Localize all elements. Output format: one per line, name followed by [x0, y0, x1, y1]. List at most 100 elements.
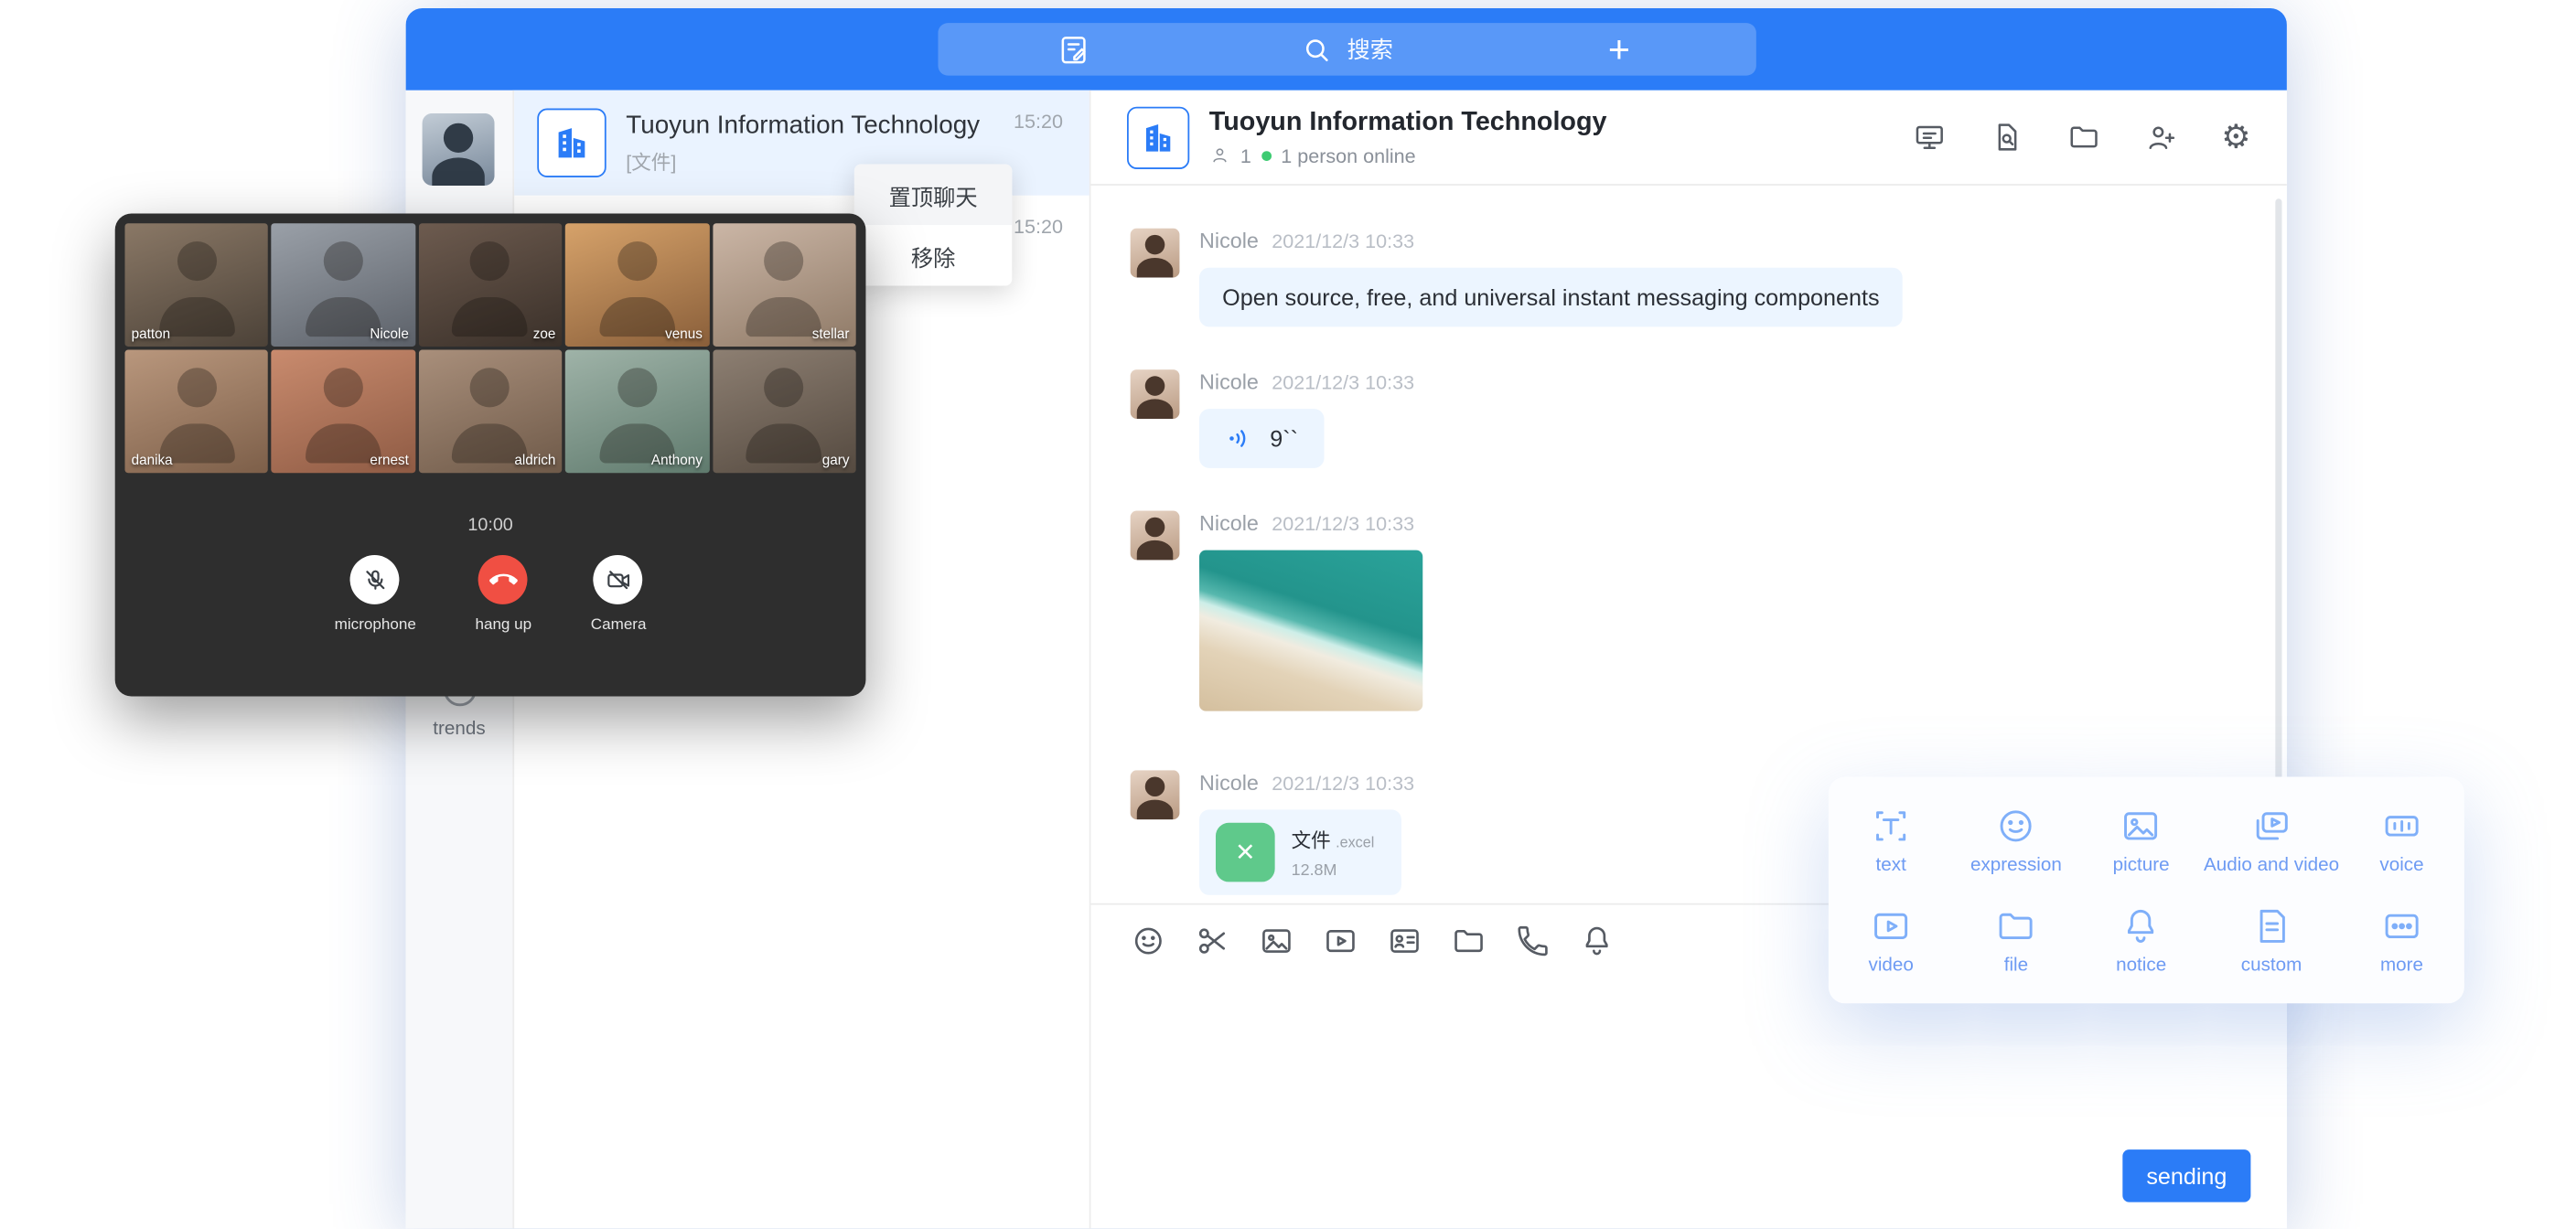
panel-item-custom[interactable]: custom [2241, 904, 2302, 975]
expression-icon [1995, 806, 2038, 849]
menu-item-pin-chat[interactable]: 置顶聊天 [854, 165, 1012, 225]
panel-item-video[interactable]: video [1869, 904, 1914, 975]
sender-avatar[interactable] [1131, 511, 1180, 561]
participant-video[interactable]: Anthony [565, 350, 709, 474]
panel-item-notice[interactable]: notice [2116, 904, 2166, 975]
sender-avatar[interactable] [1131, 229, 1180, 278]
phone-icon [1515, 923, 1551, 959]
contact-card-button[interactable] [1387, 923, 1423, 959]
microphone-label: microphone [335, 615, 416, 634]
mute-microphone-button[interactable] [350, 555, 400, 604]
picture-icon [1259, 923, 1295, 959]
panel-item-file[interactable]: file [1995, 904, 2038, 975]
picture-icon [2120, 806, 2163, 849]
group-avatar [1127, 106, 1189, 168]
folder-icon [2066, 120, 2101, 155]
meeting-button[interactable] [1913, 120, 1948, 155]
member-count: 1 [1240, 144, 1251, 166]
hang-up-button[interactable] [478, 555, 528, 604]
group-avatar [537, 109, 606, 177]
files-button[interactable] [2066, 120, 2101, 155]
sender-name: Nicole [1199, 511, 1259, 536]
online-dot [1261, 150, 1272, 160]
message-image: Nicole 2021/12/3 10:33 [1131, 511, 2248, 711]
participant-video[interactable]: stellar [713, 223, 856, 347]
sender-avatar[interactable] [1131, 369, 1180, 419]
avatar-photo [423, 113, 495, 186]
screenshot-button[interactable] [1195, 923, 1231, 959]
message-meta: Nicole 2021/12/3 10:33 [1199, 369, 1414, 394]
emoji-button[interactable] [1131, 923, 1167, 959]
file-button[interactable] [1451, 923, 1487, 959]
call-button[interactable] [1515, 923, 1551, 959]
trends-label: trends [433, 720, 485, 740]
panel-item-expression[interactable]: expression [1970, 806, 2062, 876]
sender-name: Nicole [1199, 229, 1259, 253]
hang-up-icon [489, 566, 518, 594]
microphone-muted-icon [361, 566, 390, 594]
image-message-beach-photo[interactable] [1199, 550, 1422, 711]
voice-message-bubble[interactable]: 9`` [1199, 409, 1325, 468]
top-bar-pill: 搜索 + [938, 23, 1755, 75]
search-placeholder: 搜索 [1347, 33, 1393, 66]
call-timer: 10:00 [115, 516, 866, 536]
video-button[interactable] [1323, 923, 1359, 959]
notice-button[interactable] [1579, 923, 1615, 959]
file-message-card[interactable]: 文件.excel 12.8M [1199, 809, 1401, 894]
participant-video[interactable]: danika [124, 350, 268, 474]
app-top-bar: 搜索 + [406, 8, 2287, 91]
image-button[interactable] [1259, 923, 1295, 959]
camera-button[interactable] [594, 555, 643, 604]
text-icon [1870, 806, 1913, 849]
chat-header: Tuoyun Information Technology 1 1 person… [1090, 91, 2286, 186]
add-button[interactable]: + [1483, 23, 1755, 75]
sender-avatar[interactable] [1131, 770, 1180, 819]
notice-icon [2120, 904, 2163, 947]
search-box[interactable]: 搜索 [1210, 23, 1483, 75]
panel-item-picture[interactable]: picture [2113, 806, 2170, 876]
notes-button[interactable] [938, 23, 1210, 75]
message-meta: Nicole 2021/12/3 10:33 [1199, 770, 1414, 795]
custom-icon [2250, 904, 2293, 947]
video-icon [1870, 904, 1913, 947]
participant-video[interactable]: Nicole [272, 223, 415, 347]
voice-duration: 9`` [1270, 425, 1298, 452]
avatar-photo [1131, 770, 1180, 819]
bell-icon [1579, 923, 1615, 959]
conversation-time: 15:20 [1014, 110, 1063, 133]
message-type-panel: text expression picture Audio and video … [1829, 776, 2464, 1003]
message-voice: Nicole 2021/12/3 10:33 9`` [1131, 369, 2248, 468]
message-meta: Nicole 2021/12/3 10:33 [1199, 511, 1422, 536]
participant-video[interactable]: gary [713, 350, 856, 474]
panel-item-more[interactable]: more [2380, 904, 2423, 975]
participant-video[interactable]: patton [124, 223, 268, 347]
call-controls: microphone hang up Camera [115, 555, 866, 634]
add-member-button[interactable] [2144, 120, 2179, 155]
participant-video[interactable]: venus [565, 223, 709, 347]
camera-label: Camera [591, 615, 647, 634]
emoji-icon [1131, 923, 1167, 959]
search-icon [1300, 32, 1335, 67]
avatar-photo [1131, 229, 1180, 278]
message-bubble[interactable]: Open source, free, and universal instant… [1199, 268, 1903, 327]
file-size: 12.8M [1292, 861, 1375, 880]
settings-icon[interactable]: ⚙ [2221, 121, 2250, 154]
menu-item-remove[interactable]: 移除 [854, 225, 1012, 285]
conversation-title: Tuoyun Information Technology [626, 111, 1066, 140]
panel-item-text[interactable]: text [1870, 806, 1913, 876]
voice-icon [2380, 806, 2423, 849]
my-avatar[interactable] [423, 113, 495, 186]
contact-card-icon [1387, 923, 1423, 959]
search-history-button[interactable] [1990, 120, 2024, 155]
send-button[interactable]: sending [2122, 1149, 2250, 1202]
participant-grid: patton Nicole zoe venus stellar danika e… [115, 213, 866, 483]
participant-video[interactable]: aldrich [419, 350, 563, 474]
participant-video[interactable]: zoe [419, 223, 563, 347]
chat-scrollbar[interactable] [2275, 198, 2281, 842]
panel-item-voice[interactable]: voice [2379, 806, 2423, 876]
message-time: 2021/12/3 10:33 [1272, 512, 1414, 535]
notes-icon [1057, 32, 1091, 67]
sender-name: Nicole [1199, 770, 1259, 795]
panel-item-audio-video[interactable]: Audio and video [2204, 806, 2339, 876]
participant-video[interactable]: ernest [272, 350, 415, 474]
